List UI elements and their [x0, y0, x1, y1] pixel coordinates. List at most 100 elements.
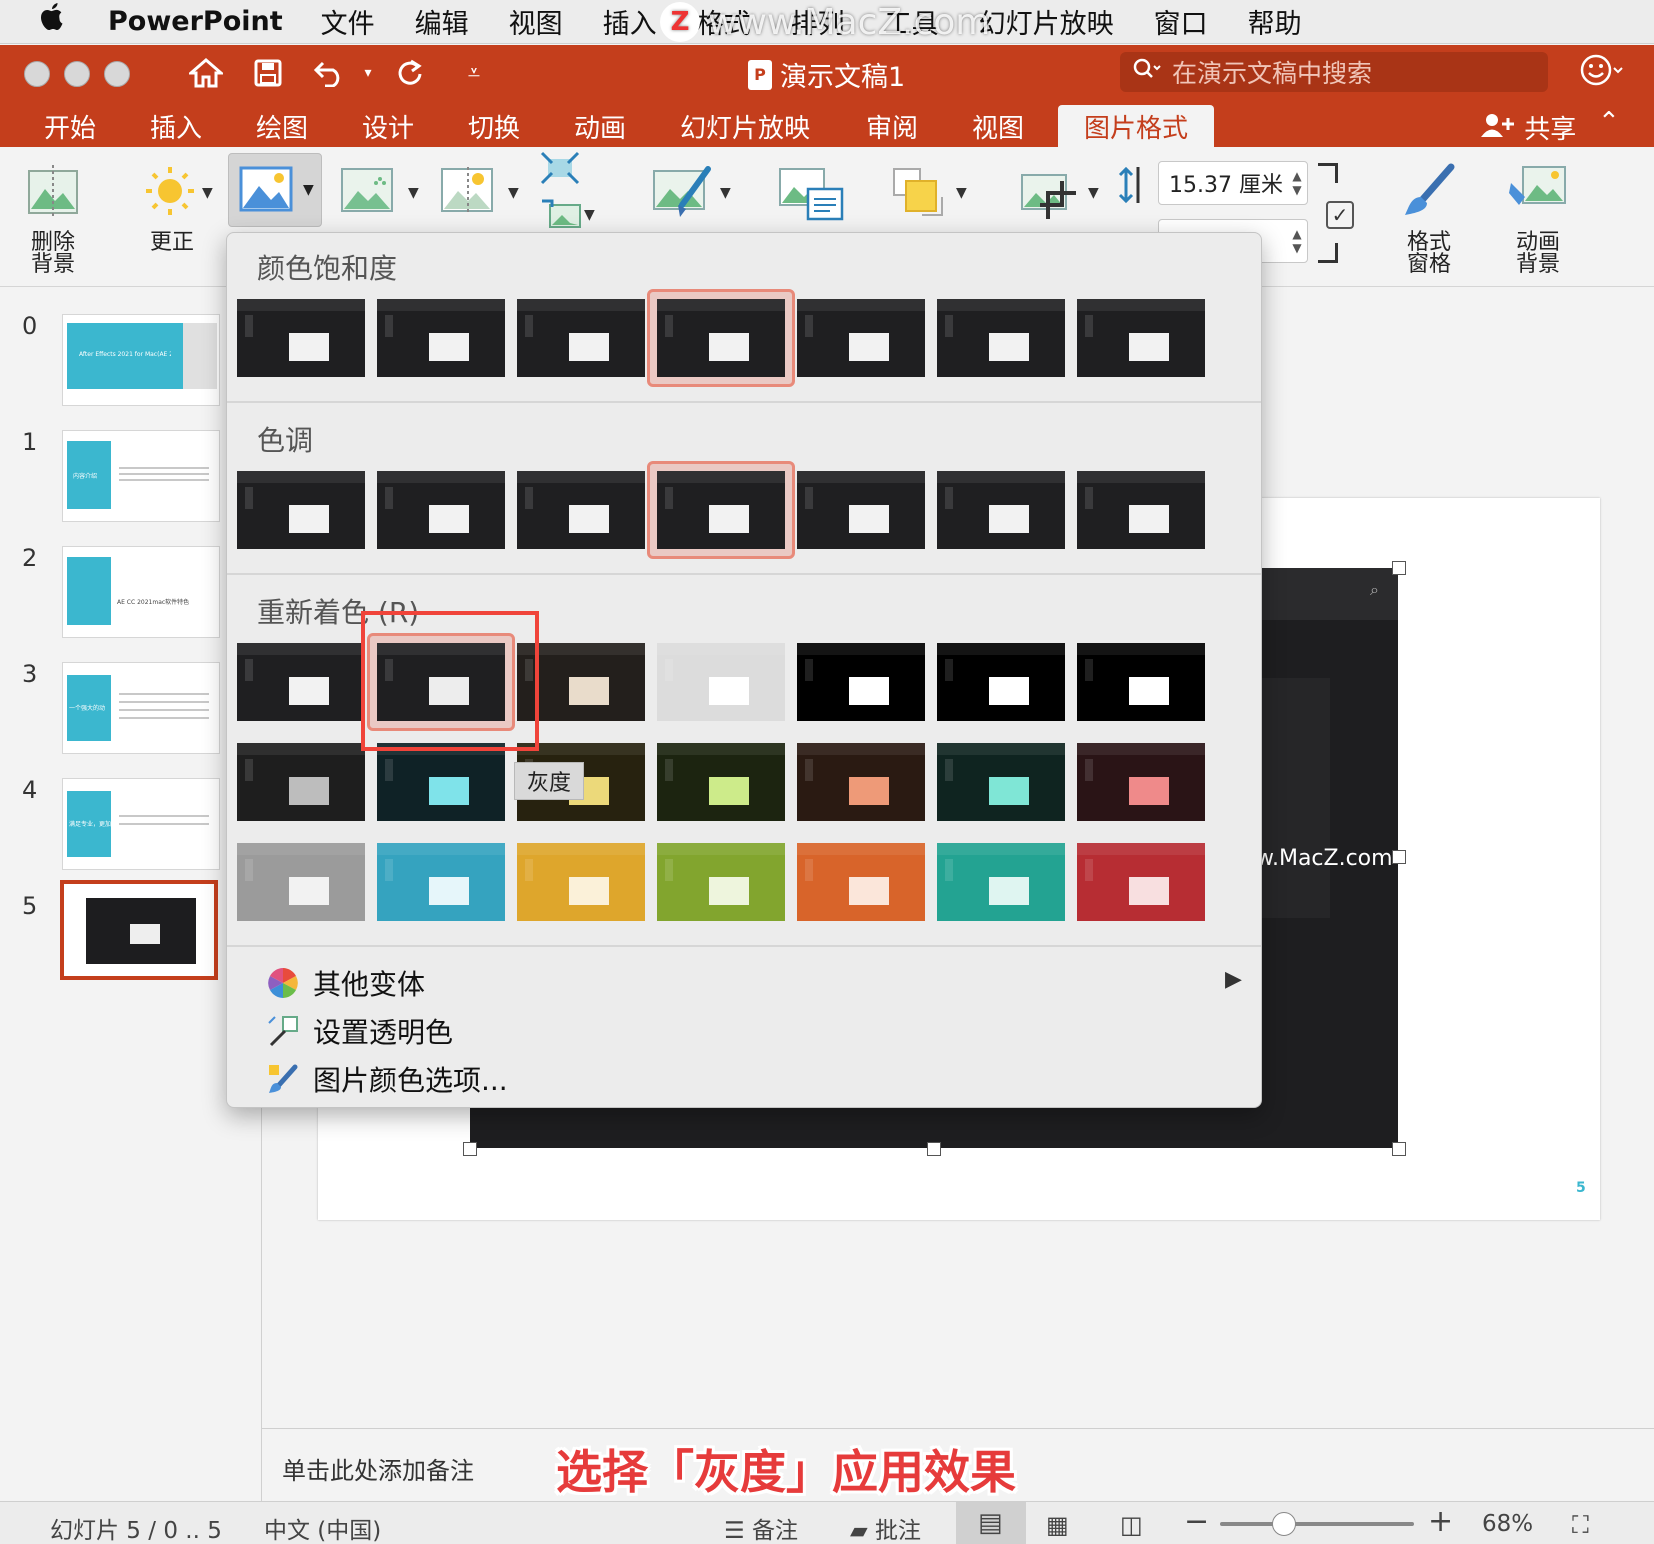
menu-edit[interactable]: 编辑: [415, 2, 469, 41]
crop-icon[interactable]: [1018, 167, 1078, 225]
arrange-dropdown-icon[interactable]: ▼: [956, 185, 967, 201]
corrections-dropdown-icon[interactable]: ▼: [202, 185, 213, 201]
tab-insert[interactable]: 插入: [136, 105, 216, 147]
color-swatch[interactable]: [797, 471, 925, 549]
slide-thumbnail-selected[interactable]: [60, 880, 218, 980]
color-swatch[interactable]: [237, 843, 365, 921]
transparency-icon[interactable]: [440, 165, 498, 221]
tab-draw[interactable]: 绘图: [242, 105, 322, 147]
resize-handle[interactable]: [1392, 561, 1406, 575]
color-swatch[interactable]: [797, 643, 925, 721]
tab-animations[interactable]: 动画: [560, 105, 640, 147]
zoom-out-button[interactable]: −: [1184, 1504, 1209, 1539]
tab-slideshow[interactable]: 幻灯片放映: [672, 105, 818, 147]
color-swatch[interactable]: [657, 643, 785, 721]
menu-app-powerpoint[interactable]: PowerPoint: [108, 6, 283, 37]
compress-pictures-icon[interactable]: [540, 151, 580, 189]
color-swatch[interactable]: [1077, 299, 1205, 377]
customize-toolbar-icon[interactable]: ⩡: [452, 53, 496, 93]
color-swatch[interactable]: [1077, 843, 1205, 921]
menu-insert[interactable]: 插入: [603, 2, 657, 41]
tab-transitions[interactable]: 切换: [454, 105, 534, 147]
height-stepper[interactable]: ▲ ▼: [1286, 161, 1308, 205]
color-swatch[interactable]: [237, 471, 365, 549]
color-swatch[interactable]: [937, 843, 1065, 921]
color-swatch[interactable]: [1077, 643, 1205, 721]
color-swatch[interactable]: [377, 471, 505, 549]
animate-background-button[interactable]: 动画 背景: [1500, 163, 1576, 276]
share-button[interactable]: 共享: [1480, 109, 1576, 146]
artistic-effects-icon[interactable]: [340, 165, 398, 221]
home-icon[interactable]: [184, 53, 228, 93]
menu-help[interactable]: 帮助: [1248, 2, 1302, 41]
change-picture-icon[interactable]: [540, 197, 584, 235]
picture-styles-dropdown-icon[interactable]: ▼: [720, 185, 731, 201]
tab-view[interactable]: 视图: [958, 105, 1038, 147]
picture-styles-icon[interactable]: [652, 165, 716, 225]
slide-thumbnail[interactable]: 一个强大的动: [62, 662, 220, 754]
color-swatch[interactable]: [517, 471, 645, 549]
save-icon[interactable]: [246, 53, 290, 93]
color-swatch[interactable]: [517, 299, 645, 377]
menu-window[interactable]: 窗口: [1154, 2, 1208, 41]
color-swatch[interactable]: [657, 843, 785, 921]
menu-view[interactable]: 视图: [509, 2, 563, 41]
color-swatch[interactable]: [657, 743, 785, 821]
color-swatch[interactable]: [237, 299, 365, 377]
color-swatch[interactable]: [657, 471, 785, 549]
minimize-window-button[interactable]: [64, 61, 90, 87]
menu-file[interactable]: 文件: [321, 2, 375, 41]
remove-background-button[interactable]: 删除 背景: [20, 163, 86, 276]
color-swatch[interactable]: [937, 471, 1065, 549]
fit-to-window-icon[interactable]: ⛶: [1572, 1511, 1589, 1539]
menu-slideshow[interactable]: 幻灯片放映: [979, 2, 1114, 41]
crop-dropdown-icon[interactable]: ▼: [1088, 185, 1099, 201]
tab-home[interactable]: 开始: [30, 105, 110, 147]
close-window-button[interactable]: [24, 61, 50, 87]
apple-icon[interactable]: [38, 3, 78, 40]
color-swatch[interactable]: [797, 299, 925, 377]
search-input[interactable]: 在演示文稿中搜索: [1120, 52, 1548, 92]
zoom-slider-thumb[interactable]: [1272, 1512, 1296, 1536]
lock-aspect-ratio-checkbox[interactable]: ✓: [1326, 201, 1354, 229]
color-button[interactable]: ▼: [228, 153, 322, 227]
slide-thumbnail[interactable]: AE CC 2021mac软件特色: [62, 546, 220, 638]
color-swatch[interactable]: [377, 743, 505, 821]
color-swatch[interactable]: [797, 743, 925, 821]
color-swatch[interactable]: [377, 843, 505, 921]
transparency-dropdown-icon[interactable]: ▼: [508, 185, 519, 201]
color-swatch[interactable]: [1077, 471, 1205, 549]
color-swatch[interactable]: [937, 299, 1065, 377]
arrange-objects-icon[interactable]: [892, 167, 946, 225]
artistic-effects-dropdown-icon[interactable]: ▼: [408, 185, 419, 201]
zoom-window-button[interactable]: [104, 61, 130, 87]
color-swatch[interactable]: [237, 643, 365, 721]
change-picture-dropdown-icon[interactable]: ▼: [584, 207, 595, 223]
more-variants-item[interactable]: 其他变体: [267, 963, 425, 1003]
width-stepper[interactable]: ▲ ▼: [1286, 219, 1308, 263]
slide-sorter-view-icon[interactable]: ▦: [1046, 1511, 1069, 1539]
resize-handle[interactable]: [927, 1142, 941, 1156]
alt-text-icon[interactable]: [778, 167, 844, 225]
zoom-in-button[interactable]: +: [1428, 1504, 1453, 1539]
set-transparent-color-item[interactable]: 设置透明色: [267, 1011, 453, 1051]
color-swatch[interactable]: [377, 299, 505, 377]
zoom-level[interactable]: 68%: [1482, 1511, 1533, 1537]
feedback-smiley-icon[interactable]: [1580, 53, 1624, 96]
notes-toggle-button[interactable]: ☰ 备注: [724, 1511, 798, 1544]
format-pane-button[interactable]: 格式 窗格: [1394, 163, 1464, 276]
resize-handle[interactable]: [463, 1142, 477, 1156]
corrections-button[interactable]: 更正: [132, 163, 212, 254]
collapse-ribbon-icon[interactable]: ⌃: [1598, 107, 1620, 137]
color-swatch[interactable]: [517, 843, 645, 921]
slide-thumbnail[interactable]: 内容介绍: [62, 430, 220, 522]
normal-view-button[interactable]: ▤: [956, 1502, 1026, 1544]
language-indicator[interactable]: 中文 (中国): [264, 1511, 381, 1544]
tab-design[interactable]: 设计: [348, 105, 428, 147]
reading-view-icon[interactable]: ◫: [1120, 1511, 1143, 1539]
color-swatch[interactable]: [937, 743, 1065, 821]
resize-handle[interactable]: [1392, 1142, 1406, 1156]
color-swatch[interactable]: [657, 299, 785, 377]
tab-review[interactable]: 审阅: [852, 105, 932, 147]
slide-thumbnail[interactable]: 满足专业，更加: [62, 778, 220, 870]
